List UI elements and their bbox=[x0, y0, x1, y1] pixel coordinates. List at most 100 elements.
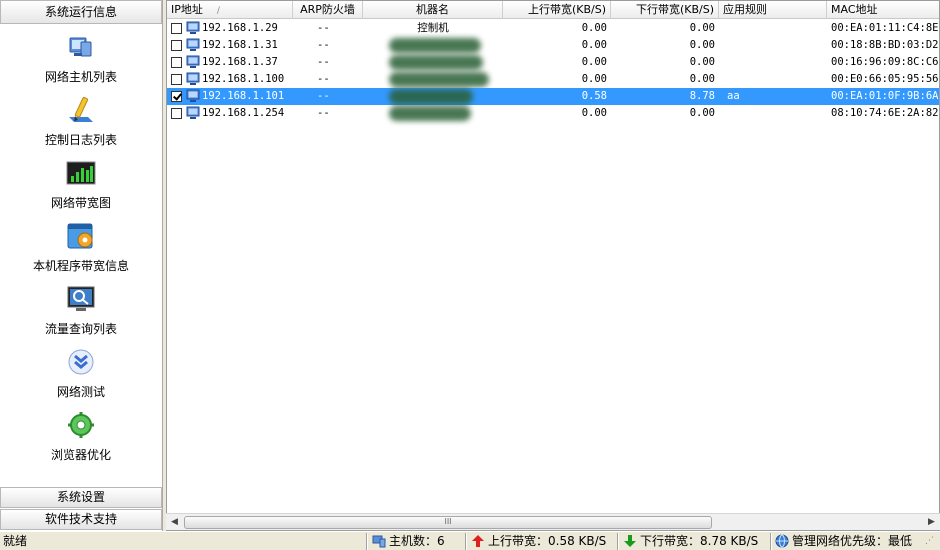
row-checkbox[interactable] bbox=[171, 108, 182, 119]
nav-item-label: 网络主机列表 bbox=[44, 70, 117, 84]
cell-rule bbox=[727, 20, 817, 37]
cell-mac: 00:EA:01:0F:9B:6A bbox=[831, 90, 939, 102]
browser-optimize-icon bbox=[68, 412, 94, 438]
cell-download: 0.00 bbox=[689, 22, 715, 34]
bandwidth-chart-icon bbox=[66, 161, 96, 185]
status-ready: 就绪 bbox=[3, 534, 28, 548]
cell-ip: 192.168.1.254 bbox=[202, 107, 285, 119]
horizontal-scrollbar[interactable]: ◀ III ▶ bbox=[166, 513, 940, 530]
row-checkbox[interactable] bbox=[171, 74, 182, 85]
cell-upload: 0.00 bbox=[581, 73, 607, 85]
cell-ip: 192.168.1.101 bbox=[202, 90, 285, 102]
redacted-machine-name bbox=[389, 89, 473, 104]
status-priority[interactable]: 管理网络优先级：最低 bbox=[775, 533, 912, 550]
table-row[interactable]: 192.168.1.254 -- 0.00 0.00 08:10:74:6E:2A:82 bbox=[167, 105, 939, 122]
nav-item-traffic-query[interactable]: 流量查询列表 bbox=[0, 284, 162, 344]
column-header-download[interactable]: 下行带宽(KB/S) bbox=[611, 1, 719, 19]
table-row[interactable]: 192.168.1.100 -- 0.00 0.00 00:E0:66:05:95:56 bbox=[167, 71, 939, 88]
program-bandwidth-icon bbox=[67, 223, 93, 249]
column-header-name[interactable]: 机器名 bbox=[363, 1, 503, 19]
resize-grip-icon[interactable]: ⋰ bbox=[925, 533, 934, 550]
status-bar: 就绪 主机数：6 上行带宽：0.58 KB/S 下行带宽：8.78 KB/S 管… bbox=[0, 531, 940, 550]
scroll-left-icon[interactable]: ◀ bbox=[166, 514, 183, 531]
computer-icon bbox=[186, 55, 200, 68]
redacted-machine-name bbox=[389, 106, 471, 121]
column-header-ip[interactable]: IP地址 / bbox=[167, 1, 293, 19]
cell-arp: -- bbox=[317, 107, 330, 119]
cell-arp: -- bbox=[317, 56, 330, 68]
row-checkbox[interactable] bbox=[171, 91, 182, 102]
status-upload: 上行带宽：0.58 KB/S bbox=[471, 533, 606, 550]
column-header-arp[interactable]: ARP防火墙 bbox=[293, 1, 363, 19]
control-log-icon bbox=[69, 96, 93, 122]
cell-ip: 192.168.1.29 bbox=[202, 22, 278, 34]
host-table: IP地址 / ARP防火墙 机器名 上行带宽(KB/S) 下行带宽(KB/S) 应… bbox=[166, 0, 940, 531]
row-checkbox[interactable] bbox=[171, 40, 182, 51]
row-checkbox[interactable] bbox=[171, 57, 182, 68]
cell-ip: 192.168.1.31 bbox=[202, 39, 278, 51]
upload-arrow-icon bbox=[472, 535, 484, 547]
panel-header: 系统运行信息 bbox=[0, 0, 162, 24]
cell-download: 0.00 bbox=[689, 107, 715, 119]
nav-item-control-log[interactable]: 控制日志列表 bbox=[0, 95, 162, 155]
cell-mac: 00:16:96:09:8C:C6 bbox=[831, 56, 939, 68]
nav-item-label: 流量查询列表 bbox=[44, 322, 117, 336]
status-separator bbox=[770, 533, 772, 550]
cell-download: 0.00 bbox=[689, 56, 715, 68]
scroll-right-icon[interactable]: ▶ bbox=[923, 514, 940, 531]
cell-rule bbox=[727, 105, 817, 122]
cell-arp: -- bbox=[317, 22, 330, 34]
priority-globe-icon bbox=[775, 534, 789, 548]
cell-mac: 00:18:8B:BD:03:D2 bbox=[831, 39, 939, 51]
cell-rule bbox=[727, 54, 817, 71]
nav-item-label: 控制日志列表 bbox=[44, 133, 117, 147]
cell-machine-name: 控制机 bbox=[417, 22, 449, 34]
nav-item-network-hosts[interactable]: 网络主机列表 bbox=[0, 32, 162, 92]
sort-indicator: / bbox=[216, 6, 220, 16]
nav-item-label: 网络带宽图 bbox=[50, 196, 111, 210]
table-row[interactable]: 192.168.1.31 -- 0.00 0.00 00:18:8B:BD:03:D2 bbox=[167, 37, 939, 54]
nav-item-bandwidth-chart[interactable]: 网络带宽图 bbox=[0, 158, 162, 218]
cell-mac: 08:10:74:6E:2A:82 bbox=[831, 107, 939, 119]
nav-item-browser-optimize[interactable]: 浏览器优化 bbox=[0, 410, 162, 470]
cell-ip: 192.168.1.37 bbox=[202, 56, 278, 68]
traffic-query-icon bbox=[67, 286, 95, 311]
download-arrow-icon bbox=[624, 535, 636, 547]
cell-mac: 00:EA:01:11:C4:8E bbox=[831, 22, 939, 34]
cell-download: 0.00 bbox=[689, 73, 715, 85]
table-header: IP地址 / ARP防火墙 机器名 上行带宽(KB/S) 下行带宽(KB/S) 应… bbox=[167, 1, 939, 19]
scroll-thumb[interactable]: III bbox=[184, 516, 712, 529]
table-row[interactable]: 192.168.1.29 -- 0.00 0.00 00:EA:01:11:C4:8E 控… bbox=[167, 20, 939, 37]
redacted-machine-name bbox=[389, 72, 489, 87]
cell-rule bbox=[727, 37, 817, 54]
cell-mac: 00:E0:66:05:95:56 bbox=[831, 73, 939, 85]
status-download: 下行带宽：8.78 KB/S bbox=[623, 533, 758, 550]
cell-download: 8.78 bbox=[689, 90, 715, 102]
cell-rule: aa bbox=[727, 90, 740, 102]
cell-arp: -- bbox=[317, 39, 330, 51]
nav-item-label: 浏览器优化 bbox=[50, 448, 111, 462]
cell-ip: 192.168.1.100 bbox=[202, 73, 285, 85]
status-host-count: 主机数：6 bbox=[372, 533, 445, 550]
nav-item-label: 网络测试 bbox=[56, 385, 105, 399]
table-row[interactable]: 192.168.1.37 -- 0.00 0.00 00:16:96:09:8C:C6 bbox=[167, 54, 939, 71]
cell-upload: 0.00 bbox=[581, 56, 607, 68]
cell-arp: -- bbox=[317, 90, 330, 102]
column-header-rule[interactable]: 应用规则 bbox=[719, 1, 827, 19]
cell-rule bbox=[727, 71, 817, 88]
tech-support-button[interactable]: 软件技术支持 bbox=[0, 509, 162, 530]
status-separator bbox=[465, 533, 467, 550]
nav-item-program-bandwidth[interactable]: 本机程序带宽信息 bbox=[0, 221, 162, 281]
system-settings-button[interactable]: 系统设置 bbox=[0, 487, 162, 508]
cell-upload: 0.00 bbox=[581, 22, 607, 34]
nav-item-network-test[interactable]: 网络测试 bbox=[0, 347, 162, 407]
nav-item-label: 本机程序带宽信息 bbox=[32, 259, 129, 273]
computer-icon bbox=[186, 89, 200, 102]
column-header-upload[interactable]: 上行带宽(KB/S) bbox=[503, 1, 611, 19]
column-header-mac[interactable]: MAC地址 bbox=[827, 1, 939, 19]
row-checkbox[interactable] bbox=[171, 23, 182, 34]
table-row[interactable]: 192.168.1.101 -- 0.58 8.78 aa 00:EA:01:0F:9B:… bbox=[167, 88, 939, 105]
computer-icon bbox=[186, 72, 200, 85]
host-count-icon bbox=[372, 535, 386, 548]
cell-upload: 0.58 bbox=[581, 90, 607, 102]
